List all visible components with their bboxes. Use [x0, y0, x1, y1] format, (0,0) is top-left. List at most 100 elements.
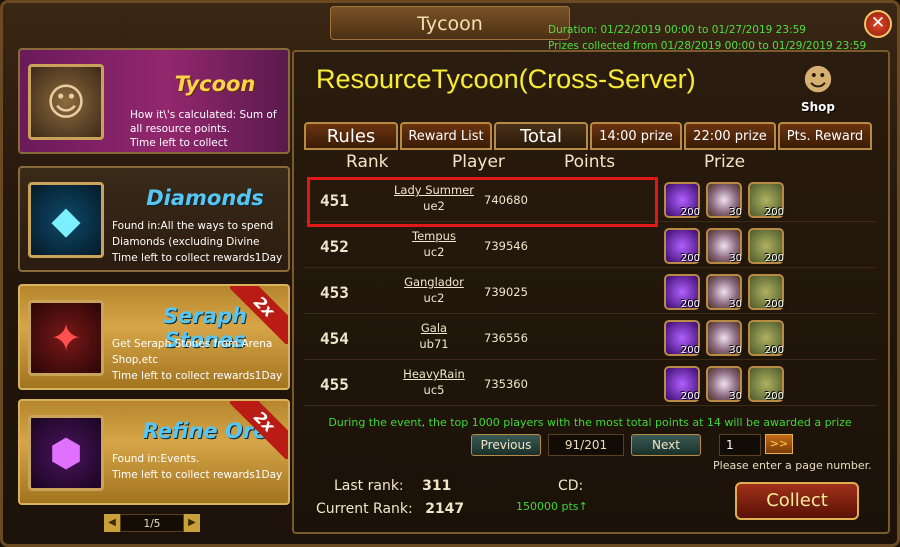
- event-desc-text: Found in:All the ways to spend Diamonds …: [112, 220, 274, 248]
- current-rank-value: 2147: [425, 501, 465, 517]
- last-rank: Last rank: 311: [334, 478, 451, 494]
- event-card-desc: Found in:All the ways to spend Diamonds …: [112, 218, 288, 270]
- prize-scroll-icon[interactable]: 200: [748, 320, 784, 356]
- player-name-link[interactable]: Gala: [394, 320, 474, 336]
- prize-qty: 200: [764, 207, 784, 218]
- row-rank: 454: [320, 329, 349, 348]
- prev-page-button[interactable]: ◀: [104, 514, 120, 532]
- refine-ore-icon: ⬢: [28, 415, 104, 491]
- next-page-button[interactable]: ▶: [184, 514, 200, 532]
- page-indicator: 91/201: [548, 434, 624, 456]
- window-title: Tycoon: [330, 6, 570, 40]
- last-rank-value: 311: [422, 478, 452, 494]
- event-time-text: Time left to collect rewards1Day: [130, 137, 228, 152]
- table-header: Rank Player Points Prize: [296, 150, 880, 174]
- go-page-button[interactable]: >>: [765, 434, 793, 454]
- prize-qty: 200: [764, 253, 784, 264]
- tab-rules[interactable]: Rules: [304, 122, 398, 150]
- row-player: HeavyRain uc5: [394, 366, 474, 398]
- event-card-title: Tycoon: [174, 72, 256, 96]
- prize-qty: 200: [680, 253, 700, 264]
- collect-button[interactable]: Collect: [735, 482, 859, 520]
- prize-qty: 30: [729, 345, 742, 356]
- prize-qty: 200: [764, 391, 784, 402]
- event-card-title: Diamonds: [146, 186, 264, 210]
- highlighted-row-box: [307, 177, 658, 227]
- row-rank: 455: [320, 375, 349, 394]
- prize-qty: 30: [729, 207, 742, 218]
- event-page-indicator: 1/5: [120, 514, 184, 532]
- diamond-icon: ◆: [28, 182, 104, 258]
- table-row: 452 Tempus uc2 739546 200 30 200: [304, 224, 876, 268]
- row-points: 739546: [484, 239, 528, 253]
- player-name-link[interactable]: Ganglador: [394, 274, 474, 290]
- shop-button[interactable]: ☻ Shop: [790, 62, 846, 118]
- prize-pearl-icon[interactable]: 30: [706, 228, 742, 264]
- prize-qty: 200: [680, 299, 700, 310]
- bonus-ribbon: 2x: [230, 286, 288, 344]
- event-card-desc: How it\'s calculated: Sum of all resourc…: [130, 108, 288, 152]
- player-server: uc2: [423, 245, 445, 259]
- current-rank: Current Rank: 2147: [316, 501, 464, 517]
- previous-button[interactable]: Previous: [471, 434, 541, 456]
- event-card-diamonds[interactable]: ◆ Diamonds Found in:All the ways to spen…: [18, 166, 290, 272]
- player-server: uc2: [423, 291, 445, 305]
- event-card-tycoon[interactable]: ☺ Tycoon How it\'s calculated: Sum of al…: [18, 48, 290, 154]
- event-time-text: Time left to collect rewards1Day: [112, 252, 283, 264]
- prize-notice: During the event, the top 1000 players w…: [328, 416, 852, 429]
- prize-qty: 200: [764, 299, 784, 310]
- col-points: Points: [564, 152, 616, 172]
- player-name-link[interactable]: Tempus: [394, 228, 474, 244]
- prize-qty: 200: [680, 391, 700, 402]
- seraph-stone-icon: ✦: [28, 300, 104, 376]
- current-rank-label: Current Rank:: [316, 501, 413, 517]
- prize-scroll-icon[interactable]: 200: [748, 228, 784, 264]
- prize-seraph-orb-icon[interactable]: 200: [664, 228, 700, 264]
- prize-seraph-orb-icon[interactable]: 200: [664, 274, 700, 310]
- event-time-text: Time left to collect rewards1Day: [112, 370, 283, 382]
- tab-pts-reward[interactable]: Pts. Reward: [778, 122, 872, 150]
- event-list: ☺ Tycoon How it\'s calculated: Sum of al…: [14, 46, 292, 536]
- event-list-pager: ◀ 1/5 ▶: [104, 514, 200, 532]
- prize-scroll-icon[interactable]: 200: [748, 366, 784, 402]
- prize-scroll-icon[interactable]: 200: [748, 182, 784, 218]
- prize-pearl-icon[interactable]: 30: [706, 182, 742, 218]
- close-button[interactable]: ✕: [864, 10, 892, 38]
- tab-total[interactable]: Total: [494, 122, 588, 150]
- shop-label: Shop: [800, 100, 836, 114]
- event-card-seraph-stones[interactable]: ✦ Seraph Stones Get Seraph Stones from A…: [18, 284, 290, 390]
- prize-pearl-icon[interactable]: 30: [706, 366, 742, 402]
- row-rank: 452: [320, 237, 349, 256]
- tab-14-prize[interactable]: 14:00 prize: [590, 122, 682, 150]
- prize-seraph-orb-icon[interactable]: 200: [664, 320, 700, 356]
- prize-pearl-icon[interactable]: 30: [706, 320, 742, 356]
- prize-pearl-icon[interactable]: 30: [706, 274, 742, 310]
- tab-reward-list[interactable]: Reward List: [400, 122, 492, 150]
- row-points: 736556: [484, 331, 528, 345]
- prize-seraph-orb-icon[interactable]: 200: [664, 366, 700, 402]
- tab-22-prize[interactable]: 22:00 prize: [684, 122, 776, 150]
- table-row: 454 Gala ub71 736556 200 30 200: [304, 316, 876, 360]
- row-points: 735360: [484, 377, 528, 391]
- row-player: Ganglador uc2: [394, 274, 474, 306]
- tycoon-avatar-icon: ☺: [28, 64, 104, 140]
- next-button[interactable]: Next: [631, 434, 701, 456]
- prize-seraph-orb-icon[interactable]: 200: [664, 182, 700, 218]
- cd-value: 150000 pts↑: [516, 500, 588, 513]
- page-number-input[interactable]: 1: [719, 434, 761, 456]
- player-name-link[interactable]: HeavyRain: [394, 366, 474, 382]
- prize-scroll-icon[interactable]: 200: [748, 274, 784, 310]
- row-rank: 453: [320, 283, 349, 302]
- row-player: Tempus uc2: [394, 228, 474, 260]
- player-server: uc5: [423, 383, 445, 397]
- col-prize: Prize: [704, 152, 746, 172]
- close-icon: ✕: [870, 13, 886, 33]
- row-player: Gala ub71: [394, 320, 474, 352]
- bonus-badge: 2x: [230, 401, 288, 459]
- page-hint: Please enter a page number.: [713, 459, 872, 472]
- prize-qty: 200: [680, 345, 700, 356]
- col-player: Player: [452, 152, 505, 172]
- duration-text: Duration: 01/22/2019 00:00 to 01/27/2019…: [548, 24, 806, 36]
- event-card-refine-ore[interactable]: ⬢ Refine Ore Found in:Events. Time left …: [18, 399, 290, 505]
- bonus-ribbon: 2x: [230, 401, 288, 459]
